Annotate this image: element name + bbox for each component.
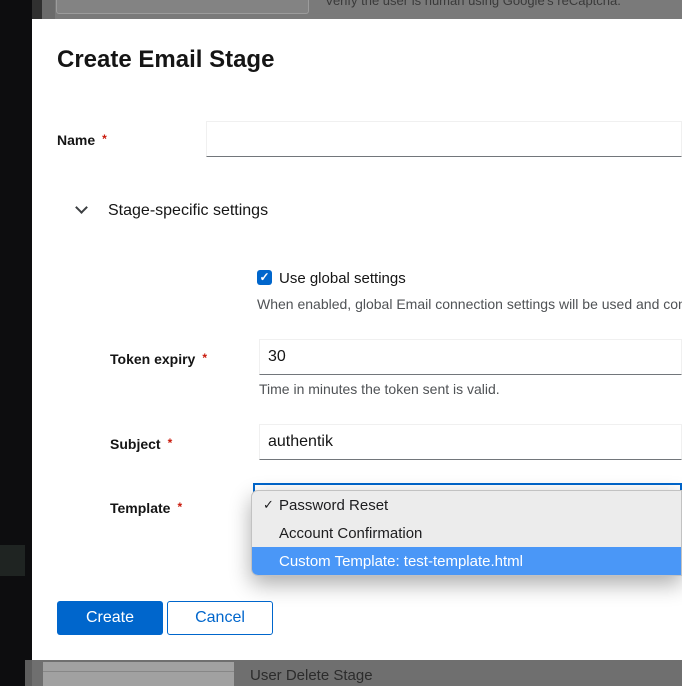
dimmed-background-bottom: User Delete Stage xyxy=(32,660,682,686)
checkmark-icon: ✓ xyxy=(259,270,269,284)
name-label: Name * xyxy=(57,131,107,149)
required-asterisk: * xyxy=(202,351,207,365)
background-table-edge xyxy=(32,0,42,19)
required-asterisk: * xyxy=(177,500,182,514)
section-title: Stage-specific settings xyxy=(108,200,268,221)
required-asterisk: * xyxy=(168,436,173,450)
token-expiry-label-text: Token expiry xyxy=(110,351,195,367)
dimmed-background-top: Verify the user is human using Google's … xyxy=(32,0,682,19)
token-expiry-label: Token expiry * xyxy=(110,350,207,368)
checkmark-icon: ✓ xyxy=(263,497,279,513)
background-table-cell xyxy=(56,0,309,14)
name-label-text: Name xyxy=(57,132,95,148)
dropdown-option-label: Account Confirmation xyxy=(279,525,422,542)
dropdown-option-custom-template[interactable]: Custom Template: test-template.html xyxy=(252,547,681,575)
background-table-gutter xyxy=(42,0,55,19)
app-sidebar xyxy=(0,0,32,686)
background-recaptcha-text: Verify the user is human using Google's … xyxy=(325,0,621,8)
template-dropdown-menu: ✓ Password Reset Account Confirmation Cu… xyxy=(251,490,682,576)
background-cell-divider xyxy=(43,671,234,672)
stage-specific-settings-toggle[interactable]: Stage-specific settings xyxy=(75,199,375,223)
modal-title: Create Email Stage xyxy=(57,45,274,75)
sidebar-active-item xyxy=(0,545,25,576)
background-table-cell-bottom xyxy=(43,662,234,686)
dropdown-option-label: Custom Template: test-template.html xyxy=(279,553,523,570)
token-expiry-help: Time in minutes the token sent is valid. xyxy=(259,381,500,398)
screen: Verify the user is human using Google's … xyxy=(0,0,682,686)
background-row-label: User Delete Stage xyxy=(250,667,373,684)
create-button[interactable]: Create xyxy=(57,601,163,635)
name-input[interactable] xyxy=(206,121,682,157)
create-email-stage-modal: Create Email Stage Name * Stage-specific … xyxy=(32,19,682,660)
cancel-button[interactable]: Cancel xyxy=(167,601,273,635)
subject-input[interactable] xyxy=(259,424,682,460)
required-asterisk: * xyxy=(102,132,107,146)
template-label-text: Template xyxy=(110,500,170,516)
dropdown-option-password-reset[interactable]: ✓ Password Reset xyxy=(252,491,681,519)
subject-label: Subject * xyxy=(110,435,172,453)
use-global-settings-checkbox[interactable]: ✓ xyxy=(257,270,272,285)
use-global-settings-label[interactable]: Use global settings xyxy=(279,269,406,288)
dropdown-option-label: Password Reset xyxy=(279,497,388,514)
token-expiry-input[interactable] xyxy=(259,339,682,375)
chevron-down-icon xyxy=(75,201,88,214)
dropdown-option-account-confirmation[interactable]: Account Confirmation xyxy=(252,519,681,547)
template-label: Template * xyxy=(110,499,182,517)
use-global-settings-help: When enabled, global Email connection se… xyxy=(257,296,682,313)
subject-label-text: Subject xyxy=(110,436,161,452)
sidebar-scroll-patch xyxy=(25,660,32,686)
